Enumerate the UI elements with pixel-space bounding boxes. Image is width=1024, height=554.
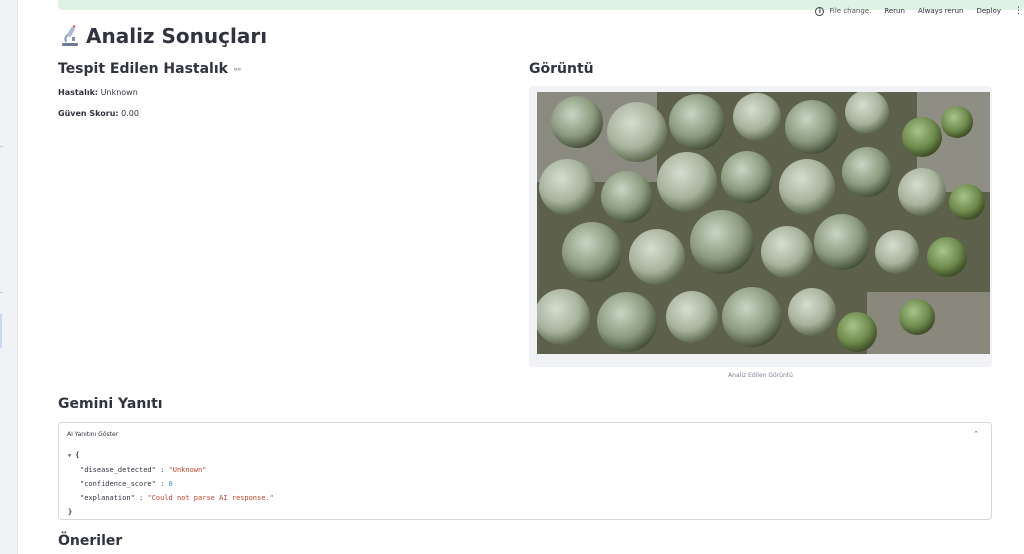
always-rerun-button[interactable]: Always rerun [918,7,964,15]
image-heading: Görüntü [529,61,594,77]
recommendations-heading: Öneriler [58,533,123,549]
expander-label[interactable]: AI Yanıtını Göster [67,431,118,438]
sidebar-tick [0,292,3,293]
sidebar [0,0,18,554]
confidence-row: Güven Skoru: 0.00 [58,109,139,118]
confidence-value: 0.00 [121,109,139,118]
always-rerun-label: Always rerun [917,7,964,15]
deploy-button[interactable]: Deploy [976,7,1001,15]
json-field: "confidence_score" : 0 [80,480,173,488]
chevron-up-icon[interactable]: ⌃ [973,430,979,438]
confidence-label: Güven Skoru: [58,109,119,118]
json-key: "disease_detected" [80,466,156,474]
rerun-button[interactable]: Rerun [884,7,905,15]
status-text: File change. [829,7,872,15]
json-value: 0 [168,480,173,488]
json-close-line: } [68,505,274,519]
ai-response-expander[interactable]: AI Yanıtını Göster ⌃ ▼ { "disease_detect… [58,422,992,520]
json-viewer: ▼ { "disease_detected" : "Unknown" "conf… [68,448,274,519]
image-caption: Analiz Edilen Görüntü [728,372,793,379]
collapse-caret-icon[interactable]: ▼ [68,453,71,459]
gemini-heading: Gemini Yanıtı [58,396,163,412]
json-close-brace: } [68,508,73,516]
page-title-text: Analiz Sonuçları [86,24,268,48]
info-icon: i [815,6,825,16]
kebab-menu-icon[interactable]: ⋮ [1014,6,1023,16]
result-heading-text: Tespit Edilen Hastalık [58,61,228,77]
json-field: "disease_detected" : "Unknown" [80,466,207,474]
result-heading: Tespit Edilen Hastalık ⚯ [58,61,241,77]
json-open-line: ▼ { [68,448,274,463]
toolbar: i File change. Rerun Always rerun Deploy… [815,5,1024,17]
page-title: Analiz Sonuçları [60,24,267,48]
json-value: "Could not parse AI response." [147,494,274,502]
json-key: "confidence_score" [80,480,156,488]
grape-cluster-image [537,92,990,354]
file-change-status: i File change. [815,6,872,16]
disease-row: Hastalık: Unknown [58,88,138,97]
microscope-icon [62,25,78,46]
json-key: "explanation" [80,494,135,502]
sidebar-active-indicator [0,314,2,348]
sidebar-tick [0,146,3,147]
json-value: "Unknown" [168,466,207,474]
analyzed-image [537,92,990,354]
disease-value: Unknown [100,88,138,97]
disease-label: Hastalık: [58,88,99,97]
json-open-brace: { [75,451,80,459]
rerun-label: Rerun [884,7,905,15]
deploy-label: Deploy [976,7,1001,15]
json-field: "explanation" : "Could not parse AI resp… [80,494,274,502]
link-icon[interactable]: ⚯ [234,65,241,74]
